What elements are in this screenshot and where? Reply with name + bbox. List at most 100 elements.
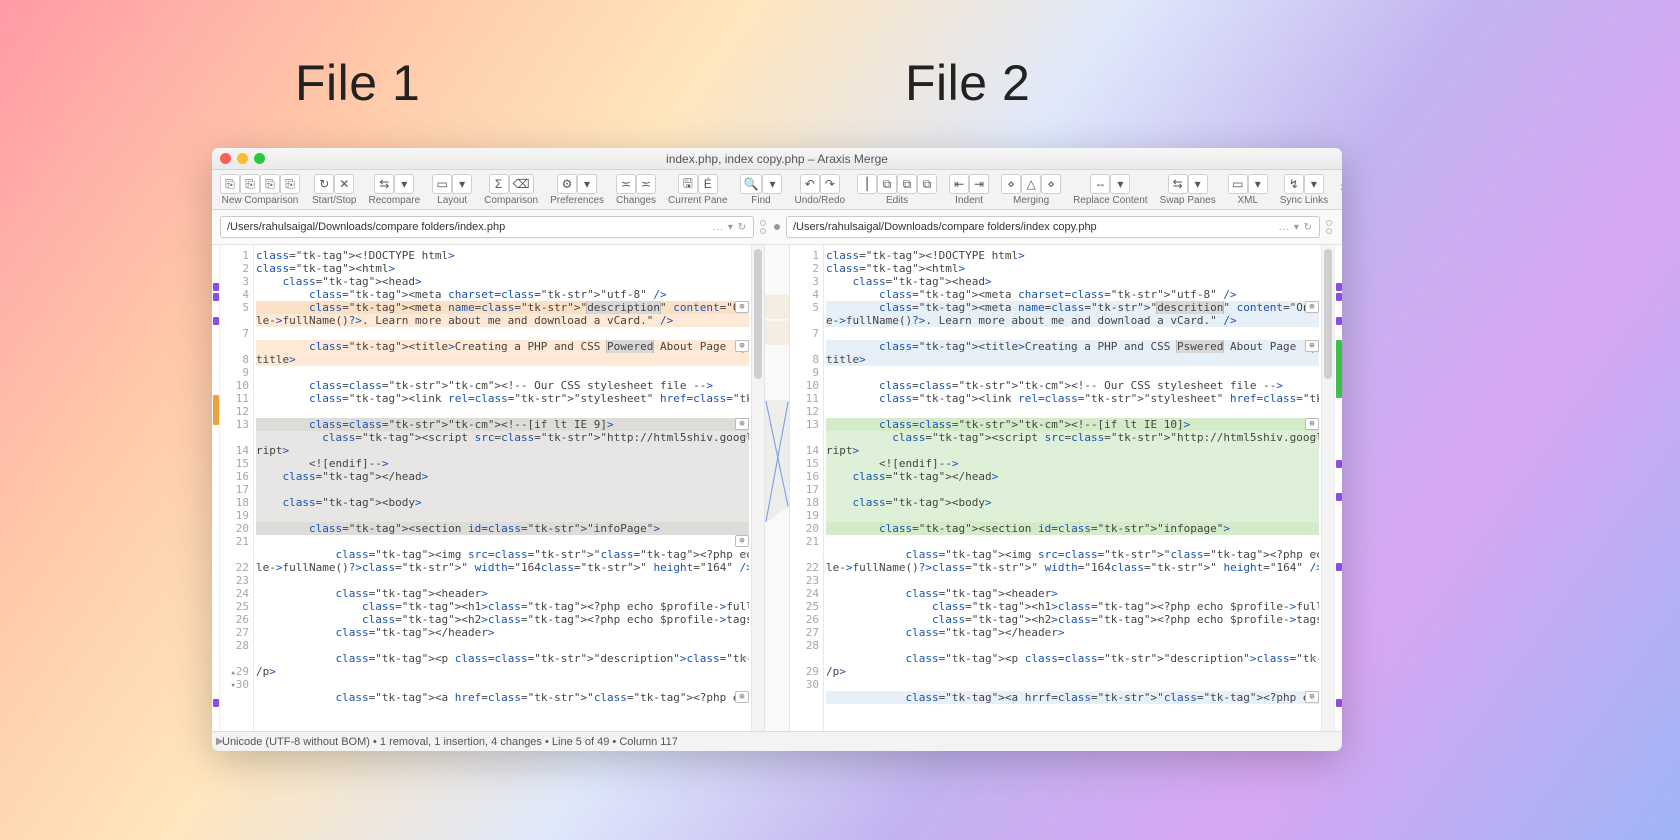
toolbar-group-start-stop: ↻✕Start/Stop: [310, 172, 358, 209]
toolbar-button[interactable]: É: [698, 174, 718, 194]
toolbar-group-label: Changes: [616, 195, 656, 206]
toolbar-button[interactable]: △: [1021, 174, 1041, 194]
status-text: Unicode (UTF-8 without BOM) • 1 removal,…: [222, 736, 678, 748]
toolbar-group-label: Replace Content: [1073, 195, 1148, 206]
toolbar-button[interactable]: ↯: [1284, 174, 1304, 194]
toolbar-button[interactable]: ⎘: [280, 174, 300, 194]
left-marker-strip[interactable]: [212, 245, 220, 731]
right-path-box: /Users/rahulsaigal/Downloads/compare fol…: [786, 216, 1334, 238]
right-code[interactable]: class="tk-tag"><!DOCTYPE html>class="tk-…: [824, 245, 1321, 731]
toolbar-button[interactable]: ⎮: [857, 174, 877, 194]
toolbar-button[interactable]: ▾: [1248, 174, 1268, 194]
toolbar-group-indent: ⇤⇥Indent: [947, 172, 991, 209]
path-row: /Users/rahulsaigal/Downloads/compare fol…: [212, 210, 1342, 245]
diff-panes: 1234578910111213141516171819202122232425…: [212, 245, 1342, 731]
toolbar-button[interactable]: ⧉: [917, 174, 937, 194]
toolbar-group-current-pane: 🖫ÉCurrent Pane: [666, 172, 729, 209]
toolbar-button[interactable]: ⚙: [557, 174, 577, 194]
toolbar-group-label: Preferences: [550, 195, 604, 206]
right-scrollbar[interactable]: [1321, 245, 1334, 731]
link-indicator: [774, 224, 780, 230]
toolbar-button[interactable]: ⎘: [240, 174, 260, 194]
titlebar[interactable]: index.php, index copy.php – Araxis Merge: [212, 148, 1342, 170]
toolbar-group-sync-links: ↯▾Sync Links: [1278, 172, 1330, 209]
toolbar-button[interactable]: ▭: [432, 174, 452, 194]
left-dotstack[interactable]: [758, 220, 768, 234]
toolbar: ⎘⎘⎘⎘New Comparison↻✕Start/Stop⇆▾Recompar…: [212, 170, 1342, 210]
toolbar-button[interactable]: Σ: [489, 174, 509, 194]
left-pane: 1234578910111213141516171819202122232425…: [220, 245, 751, 731]
toolbar-button[interactable]: ▾: [1304, 174, 1324, 194]
toolbar-button[interactable]: 🖫: [678, 174, 698, 194]
toolbar-button[interactable]: ≍: [636, 174, 656, 194]
toolbar-button[interactable]: ⇔: [1090, 174, 1110, 194]
toolbar-group-label: Edits: [886, 195, 908, 206]
toolbar-button[interactable]: ▾: [762, 174, 782, 194]
toolbar-button[interactable]: ⋄: [1041, 174, 1061, 194]
play-icon[interactable]: ▶: [216, 736, 224, 747]
toolbar-group-swap-panes: ⇆▾Swap Panes: [1158, 172, 1218, 209]
toolbar-group-label: Merging: [1013, 195, 1049, 206]
toolbar-group-replace-content: ⇔▾Replace Content: [1071, 172, 1150, 209]
right-path-text: /Users/rahulsaigal/Downloads/compare fol…: [793, 221, 1097, 233]
toolbar-group-edits: ⎮⧉⧉⧉Edits: [855, 172, 939, 209]
toolbar-group-new-comparison: ⎘⎘⎘⎘New Comparison: [218, 172, 302, 209]
left-path-input[interactable]: /Users/rahulsaigal/Downloads/compare fol…: [220, 216, 754, 238]
toolbar-group-preferences: ⚙▾Preferences: [548, 172, 606, 209]
toolbar-group-find: 🔍▾Find: [738, 172, 785, 209]
toolbar-group-label: Current Pane: [668, 195, 727, 206]
left-gutter: 1234578910111213141516171819202122232425…: [220, 245, 254, 731]
toolbar-group-label: XML: [1237, 195, 1258, 206]
toolbar-button[interactable]: 🔍: [740, 174, 763, 194]
toolbar-button[interactable]: ⇆: [1168, 174, 1188, 194]
toolbar-button[interactable]: ⧉: [877, 174, 897, 194]
toolbar-group-label: Sync Links: [1280, 195, 1328, 206]
file2-label: File 2: [905, 54, 1030, 112]
toolbar-button[interactable]: ⌫: [509, 174, 534, 194]
toolbar-button[interactable]: ⧉: [897, 174, 917, 194]
toolbar-button[interactable]: ⋄: [1001, 174, 1021, 194]
toolbar-button[interactable]: ▾: [1188, 174, 1208, 194]
toolbar-group-label: Recompare: [368, 195, 420, 206]
toolbar-button[interactable]: ⎘: [260, 174, 280, 194]
toolbar-group-comparison: Σ⌫Comparison: [482, 172, 540, 209]
toolbar-button[interactable]: ⇤: [949, 174, 969, 194]
toolbar-button[interactable]: ▾: [577, 174, 597, 194]
toolbar-button[interactable]: ✕: [334, 174, 354, 194]
toolbar-button[interactable]: ▾: [1110, 174, 1130, 194]
toolbar-button[interactable]: ≍: [616, 174, 636, 194]
toolbar-group-undo-redo: ↶↷Undo/Redo: [792, 172, 847, 209]
toolbar-button[interactable]: ⎘: [220, 174, 240, 194]
right-path-input[interactable]: /Users/rahulsaigal/Downloads/compare fol…: [786, 216, 1320, 238]
toolbar-group-label: New Comparison: [222, 195, 299, 206]
toolbar-group-label: Start/Stop: [312, 195, 356, 206]
app-window: index.php, index copy.php – Araxis Merge…: [212, 148, 1342, 751]
left-scrollbar[interactable]: [751, 245, 764, 731]
left-path-controls[interactable]: ... ▾ ↻: [713, 222, 747, 233]
toolbar-group-label: Find: [751, 195, 770, 206]
toolbar-button[interactable]: ▾: [452, 174, 472, 194]
toolbar-button[interactable]: ⇥: [969, 174, 989, 194]
toolbar-group-merging: ⋄△⋄Merging: [999, 172, 1063, 209]
toolbar-group-layout: ▭▾Layout: [430, 172, 474, 209]
toolbar-group-changes: ≍≍Changes: [614, 172, 658, 209]
toolbar-group-label: Undo/Redo: [794, 195, 845, 206]
right-pane: 1234578910111213141516171819202122232425…: [790, 245, 1321, 731]
left-path-text: /Users/rahulsaigal/Downloads/compare fol…: [227, 221, 505, 233]
toolbar-group-label: Layout: [437, 195, 467, 206]
toolbar-button[interactable]: ▾: [394, 174, 414, 194]
toolbar-group-label: Comparison: [484, 195, 538, 206]
right-dotstack[interactable]: [1324, 220, 1334, 234]
right-path-controls[interactable]: ... ▾ ↻: [1279, 222, 1313, 233]
file1-label: File 1: [295, 54, 420, 112]
toolbar-overflow[interactable]: »: [1338, 172, 1342, 200]
toolbar-button[interactable]: ↶: [800, 174, 820, 194]
right-gutter: 1234578910111213141516171819202122232425…: [790, 245, 824, 731]
toolbar-button[interactable]: ⇆: [374, 174, 394, 194]
left-code[interactable]: class="tk-tag"><!DOCTYPE html>class="tk-…: [254, 245, 751, 731]
toolbar-button[interactable]: ↷: [820, 174, 840, 194]
toolbar-group-recompare: ⇆▾Recompare: [366, 172, 422, 209]
toolbar-button[interactable]: ▭: [1228, 174, 1248, 194]
toolbar-button[interactable]: ↻: [314, 174, 334, 194]
right-marker-strip[interactable]: [1334, 245, 1342, 731]
